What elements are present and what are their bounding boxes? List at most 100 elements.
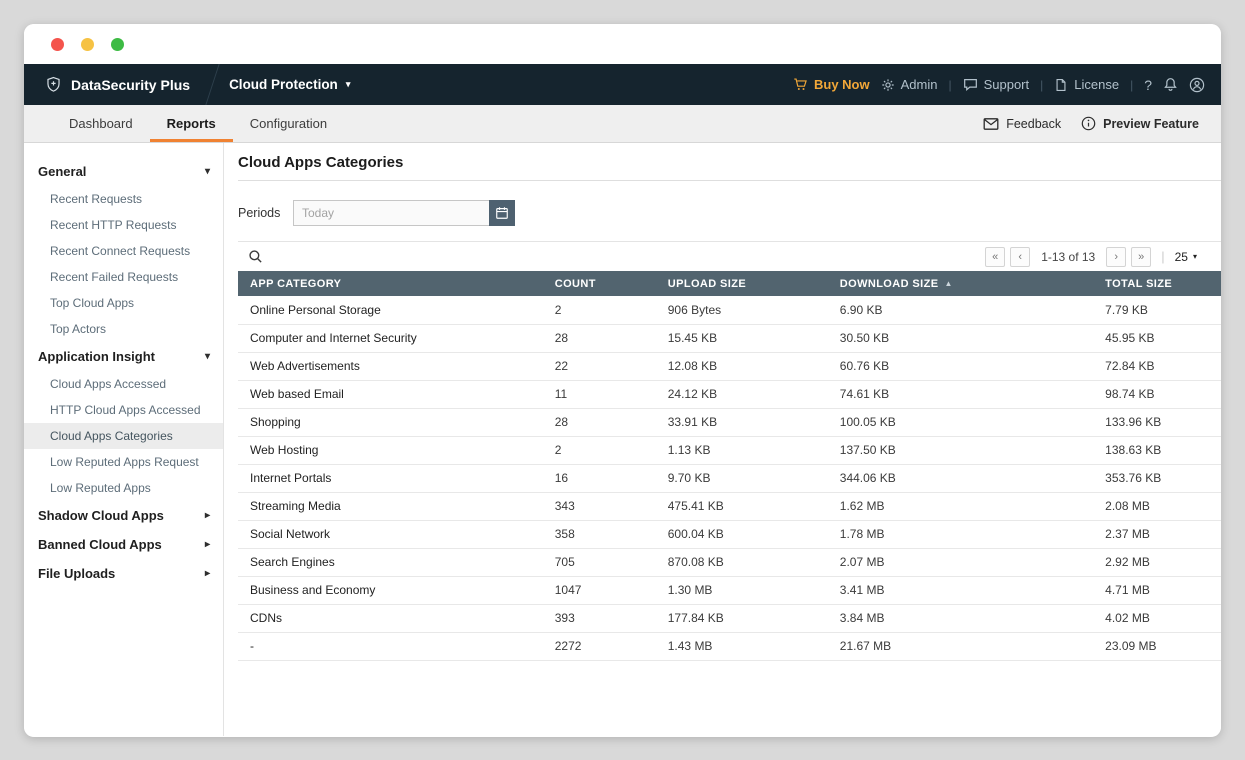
tab-reports[interactable]: Reports xyxy=(150,105,233,142)
feedback-button[interactable]: Feedback xyxy=(983,117,1061,131)
previous-page-button[interactable]: ‹ xyxy=(1010,247,1030,267)
sidebar-section-shadow-cloud-apps[interactable]: Shadow Cloud Apps▸ xyxy=(24,501,223,530)
table-cell: 74.61 KB xyxy=(828,380,1093,408)
column-header-app-category[interactable]: APP CATEGORY xyxy=(238,271,543,296)
table-row[interactable]: Online Personal Storage2906 Bytes6.90 KB… xyxy=(238,296,1221,324)
table-row[interactable]: Web based Email1124.12 KB74.61 KB98.74 K… xyxy=(238,380,1221,408)
last-page-button[interactable]: » xyxy=(1131,247,1151,267)
tab-bar: DashboardReportsConfiguration Feedback xyxy=(24,105,1221,143)
periods-input[interactable] xyxy=(293,200,489,226)
sidebar-item-low-reputed-apps-request[interactable]: Low Reputed Apps Request xyxy=(24,449,223,475)
column-header-count[interactable]: COUNT xyxy=(543,271,656,296)
module-selector[interactable]: Cloud Protection ▾ xyxy=(229,77,350,92)
account-button[interactable] xyxy=(1189,77,1205,93)
table-cell: 2.37 MB xyxy=(1093,520,1221,548)
table-cell: 21.67 MB xyxy=(828,632,1093,660)
notifications-button[interactable] xyxy=(1163,77,1178,92)
cell-app-category: Search Engines xyxy=(238,548,543,576)
table-row[interactable]: Shopping2833.91 KB100.05 KB133.96 KB xyxy=(238,408,1221,436)
table-cell: 358 xyxy=(543,520,656,548)
help-button[interactable]: ? xyxy=(1144,77,1152,93)
sidebar-section-label: General xyxy=(38,164,86,179)
table-cell: 137.50 KB xyxy=(828,436,1093,464)
table-cell: 15.45 KB xyxy=(656,324,828,352)
table-row[interactable]: -22721.43 MB21.67 MB23.09 MB xyxy=(238,632,1221,660)
sidebar-nav: General▾Recent RequestsRecent HTTP Reque… xyxy=(24,157,223,588)
license-menu[interactable]: License xyxy=(1054,77,1119,92)
module-name: Cloud Protection xyxy=(229,77,338,92)
table-row[interactable]: Search Engines705870.08 KB2.07 MB2.92 MB xyxy=(238,548,1221,576)
minimize-window-button[interactable] xyxy=(81,38,94,51)
cell-app-category: Business and Economy xyxy=(238,576,543,604)
cell-app-category: Web based Email xyxy=(238,380,543,408)
chevron-down-icon: ▾ xyxy=(205,351,210,362)
zoom-window-button[interactable] xyxy=(111,38,124,51)
table-cell: 30.50 KB xyxy=(828,324,1093,352)
table-cell: 98.74 KB xyxy=(1093,380,1221,408)
sidebar-item-low-reputed-apps[interactable]: Low Reputed Apps xyxy=(24,475,223,501)
sidebar-item-top-actors[interactable]: Top Actors xyxy=(24,316,223,342)
table-row[interactable]: Web Hosting21.13 KB137.50 KB138.63 KB xyxy=(238,436,1221,464)
preview-feature-button[interactable]: Preview Feature xyxy=(1081,116,1199,131)
support-menu[interactable]: Support xyxy=(963,77,1030,92)
cart-icon xyxy=(793,77,808,92)
table-row[interactable]: Computer and Internet Security2815.45 KB… xyxy=(238,324,1221,352)
main-panel: Cloud Apps Categories Periods xyxy=(224,143,1221,736)
table-cell: 24.12 KB xyxy=(656,380,828,408)
table-cell: 9.70 KB xyxy=(656,464,828,492)
chevron-right-icon: ▸ xyxy=(205,510,210,521)
tab-configuration[interactable]: Configuration xyxy=(233,105,344,142)
sidebar-item-http-cloud-apps-accessed[interactable]: HTTP Cloud Apps Accessed xyxy=(24,397,223,423)
sidebar-item-recent-failed-requests[interactable]: Recent Failed Requests xyxy=(24,264,223,290)
sort-ascending-icon: ▲ xyxy=(944,279,952,288)
sidebar-item-top-cloud-apps[interactable]: Top Cloud Apps xyxy=(24,290,223,316)
tab-dashboard[interactable]: Dashboard xyxy=(52,105,150,142)
column-header-upload-size[interactable]: UPLOAD SIZE xyxy=(656,271,828,296)
close-window-button[interactable] xyxy=(51,38,64,51)
sidebar-section-general[interactable]: General▾ xyxy=(24,157,223,186)
table-cell: 7.79 KB xyxy=(1093,296,1221,324)
first-page-button[interactable]: « xyxy=(985,247,1005,267)
search-button[interactable] xyxy=(246,247,265,266)
table-row[interactable]: Business and Economy10471.30 MB3.41 MB4.… xyxy=(238,576,1221,604)
report-table-body: Online Personal Storage2906 Bytes6.90 KB… xyxy=(238,296,1221,660)
table-cell: 600.04 KB xyxy=(656,520,828,548)
table-cell: 11 xyxy=(543,380,656,408)
table-row[interactable]: CDNs393177.84 KB3.84 MB4.02 MB xyxy=(238,604,1221,632)
sidebar-item-recent-http-requests[interactable]: Recent HTTP Requests xyxy=(24,212,223,238)
table-cell: 6.90 KB xyxy=(828,296,1093,324)
content-area: General▾Recent RequestsRecent HTTP Reque… xyxy=(24,143,1221,736)
table-row[interactable]: Streaming Media343475.41 KB1.62 MB2.08 M… xyxy=(238,492,1221,520)
calendar-picker-button[interactable] xyxy=(489,200,515,226)
sidebar-item-cloud-apps-accessed[interactable]: Cloud Apps Accessed xyxy=(24,371,223,397)
table-cell: 1.62 MB xyxy=(828,492,1093,520)
table-cell: 2.07 MB xyxy=(828,548,1093,576)
sidebar-item-recent-connect-requests[interactable]: Recent Connect Requests xyxy=(24,238,223,264)
divider: | xyxy=(1040,78,1043,92)
admin-menu[interactable]: Admin xyxy=(881,77,938,92)
cell-app-category: Social Network xyxy=(238,520,543,548)
table-cell: 45.95 KB xyxy=(1093,324,1221,352)
sidebar-section-file-uploads[interactable]: File Uploads▸ xyxy=(24,559,223,588)
table-row[interactable]: Social Network358600.04 KB1.78 MB2.37 MB xyxy=(238,520,1221,548)
table-cell: 133.96 KB xyxy=(1093,408,1221,436)
divider: | xyxy=(948,78,951,92)
table-row[interactable]: Internet Portals169.70 KB344.06 KB353.76… xyxy=(238,464,1221,492)
periods-row: Periods xyxy=(238,200,1221,226)
table-row[interactable]: Web Advertisements2212.08 KB60.76 KB72.8… xyxy=(238,352,1221,380)
cell-app-category: CDNs xyxy=(238,604,543,632)
sidebar-item-cloud-apps-categories[interactable]: Cloud Apps Categories xyxy=(24,423,223,449)
sidebar-section-application-insight[interactable]: Application Insight▾ xyxy=(24,342,223,371)
column-header-download-size[interactable]: DOWNLOAD SIZE▲ xyxy=(828,271,1093,296)
periods-label: Periods xyxy=(238,206,293,220)
pagination-range: 1-13 of 13 xyxy=(1041,250,1095,264)
chat-bubble-icon xyxy=(963,77,978,92)
gear-icon xyxy=(881,78,895,92)
table-cell: 3.84 MB xyxy=(828,604,1093,632)
column-header-total-size[interactable]: TOTAL SIZE xyxy=(1093,271,1221,296)
sidebar-section-banned-cloud-apps[interactable]: Banned Cloud Apps▸ xyxy=(24,530,223,559)
buy-now-button[interactable]: Buy Now xyxy=(793,77,870,92)
next-page-button[interactable]: › xyxy=(1106,247,1126,267)
sidebar-item-recent-requests[interactable]: Recent Requests xyxy=(24,186,223,212)
page-size-dropdown[interactable]: 25 ▾ xyxy=(1175,250,1197,264)
